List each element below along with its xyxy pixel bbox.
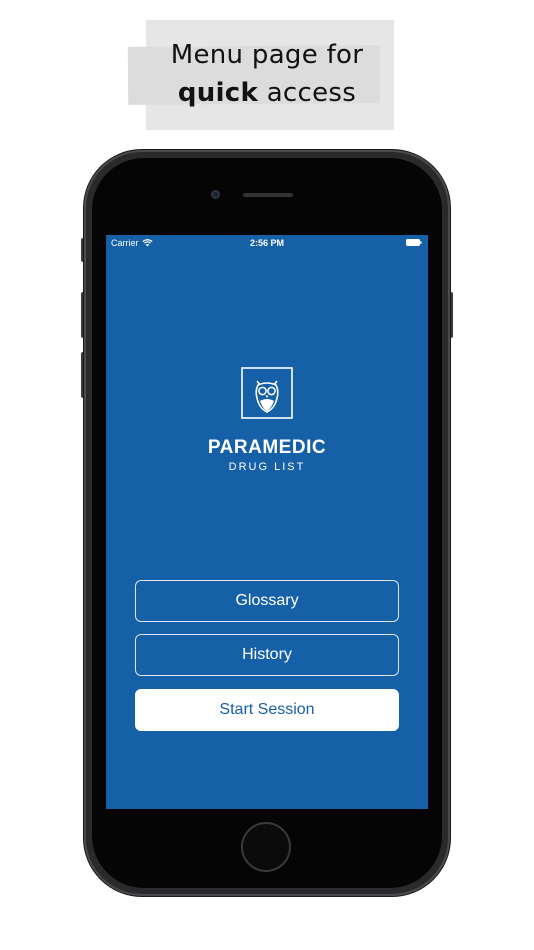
caption-line-1: Menu page for [170, 40, 364, 70]
history-button[interactable]: History [135, 634, 399, 676]
caption-bold-word: quick [177, 78, 259, 108]
app-subtitle: DRUG LIST [228, 461, 306, 473]
front-camera [211, 190, 220, 199]
status-bar: Carrier 2:56 PM [106, 235, 428, 251]
caption-line-2: quick access [0, 78, 534, 108]
battery-icon [406, 239, 422, 246]
owl-logo-icon [241, 367, 293, 419]
app-title: PARAMEDIC [207, 437, 327, 458]
glossary-button[interactable]: Glossary [135, 580, 399, 622]
start-session-button-label: Start Session [219, 701, 315, 718]
caption-rest: access [258, 78, 357, 108]
home-button[interactable] [241, 822, 291, 872]
earpiece-speaker [243, 193, 293, 197]
start-session-button[interactable]: Start Session [135, 689, 399, 731]
glossary-button-label: Glossary [235, 592, 299, 609]
app-screen: Carrier 2:56 PM PARAMEDIC DRUG LIST Glos… [106, 235, 428, 809]
history-button-label: History [242, 646, 292, 663]
status-time: 2:56 PM [249, 238, 284, 248]
